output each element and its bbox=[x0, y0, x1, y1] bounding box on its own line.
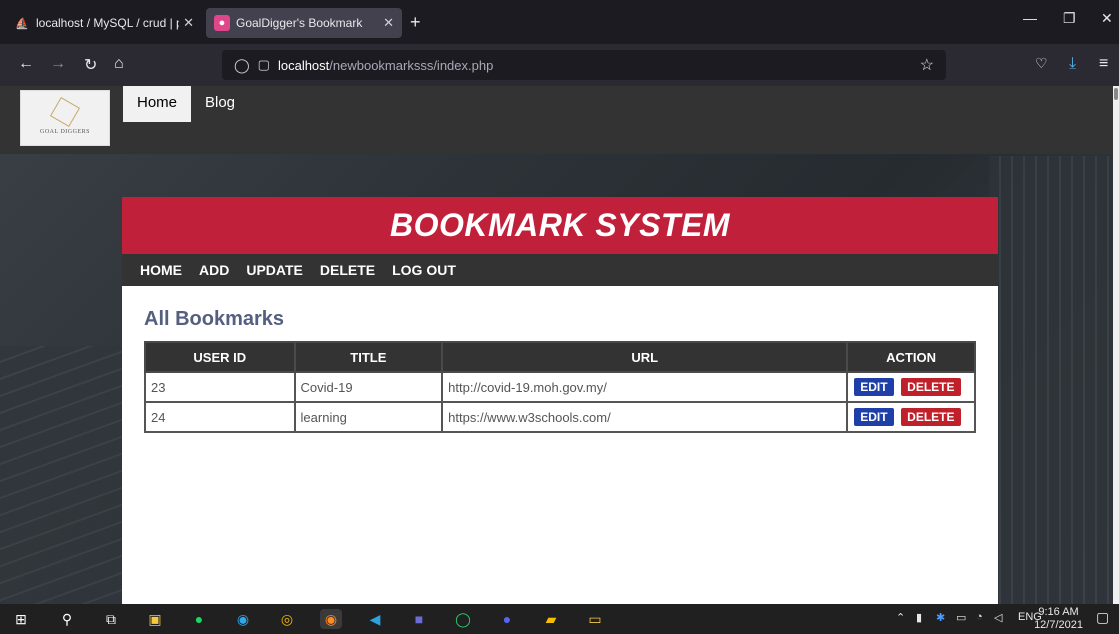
whatsapp-icon[interactable]: ◯ bbox=[452, 609, 474, 629]
close-icon[interactable]: ✕ bbox=[383, 15, 394, 31]
bluetooth-icon[interactable]: ✱ bbox=[936, 611, 945, 624]
app-menu: HOME ADD UPDATE DELETE LOG OUT bbox=[122, 254, 998, 286]
cell-user-id: 23 bbox=[144, 371, 296, 403]
delete-button[interactable]: DELETE bbox=[901, 378, 961, 396]
close-icon[interactable]: ✕ bbox=[183, 15, 194, 31]
edit-button[interactable]: EDIT bbox=[854, 378, 894, 396]
background-image bbox=[989, 156, 1119, 604]
url-host: localhost bbox=[277, 57, 330, 73]
column-header-title: TITLE bbox=[293, 341, 444, 373]
tray-usb-icon[interactable]: ▮ bbox=[916, 611, 922, 624]
notifications-icon[interactable]: ▢ bbox=[1096, 609, 1109, 626]
column-header-action: ACTION bbox=[846, 341, 976, 373]
content-area: All Bookmarks USER ID TITLE URL ACTION 2… bbox=[122, 286, 998, 455]
column-header-url: URL bbox=[441, 341, 849, 373]
menu-logout[interactable]: LOG OUT bbox=[392, 262, 456, 278]
menu-add[interactable]: ADD bbox=[199, 262, 229, 278]
telegram-icon[interactable]: ◀ bbox=[364, 609, 386, 629]
clock-time: 9:16 AM bbox=[1038, 606, 1079, 618]
section-title: All Bookmarks bbox=[144, 308, 285, 330]
bookmark-panel: BOOKMARK SYSTEM HOME ADD UPDATE DELETE L… bbox=[122, 197, 998, 604]
logo-hexagon-icon bbox=[49, 96, 81, 128]
table-row: 23 Covid-19 http://covid-19.moh.gov.my/ … bbox=[144, 371, 976, 403]
store-icon[interactable]: ▣ bbox=[144, 609, 166, 629]
cell-url: http://covid-19.moh.gov.my/ bbox=[441, 371, 849, 403]
cell-title: Covid-19 bbox=[293, 371, 444, 403]
sticky-notes-icon[interactable]: ▰ bbox=[540, 609, 562, 629]
forward-icon[interactable]: → bbox=[50, 55, 66, 73]
pocket-icon[interactable]: ♡ bbox=[1035, 55, 1048, 72]
site-nav-home[interactable]: Home bbox=[123, 86, 192, 122]
tab-title: localhost / MySQL / crud | phpMyAdmin bbox=[36, 16, 179, 30]
cell-actions: EDIT DELETE bbox=[846, 401, 976, 433]
site-logo[interactable]: GOAL DIGGERS bbox=[20, 90, 110, 146]
cell-user-id: 24 bbox=[144, 401, 296, 433]
system-clock[interactable]: 9:16 AM 12/7/2021 bbox=[1034, 606, 1083, 632]
tab-phpmyadmin[interactable]: ⛵ localhost / MySQL / crud | phpMyAdmin … bbox=[6, 8, 202, 38]
cell-title: learning bbox=[293, 401, 444, 433]
tracking-shield-icon[interactable]: ◯ bbox=[234, 57, 250, 74]
browser-tab-bar: ⛵ localhost / MySQL / crud | phpMyAdmin … bbox=[0, 0, 1119, 44]
clock-date: 12/7/2021 bbox=[1034, 619, 1083, 631]
teams-icon[interactable]: ■ bbox=[408, 609, 430, 629]
site-navbar: GOAL DIGGERS Home Blog bbox=[0, 86, 1113, 154]
tab-goaldigger[interactable]: ● GoalDigger's Bookmark ✕ bbox=[206, 8, 402, 38]
windows-taskbar: ⊞ ⚲ ⧉ ▣ ● ◉ ◎ ◉ ◀ ■ ◯ ● ▰ ▭ ⌃ ▮ ✱ ▭ ◔ ◁ … bbox=[0, 604, 1119, 634]
table-row: 24 learning https://www.w3schools.com/ E… bbox=[144, 401, 976, 433]
cell-actions: EDIT DELETE bbox=[846, 371, 976, 403]
menu-icon[interactable]: ≡ bbox=[1099, 55, 1108, 73]
battery-icon[interactable]: ▭ bbox=[956, 611, 966, 624]
page-scrollbar[interactable] bbox=[1113, 86, 1119, 604]
firefox-icon[interactable]: ◉ bbox=[320, 609, 342, 629]
page-info-icon[interactable]: ▢ bbox=[258, 57, 270, 73]
app-header: BOOKMARK SYSTEM bbox=[122, 197, 998, 254]
chrome-icon[interactable]: ◎ bbox=[276, 609, 298, 629]
reload-icon[interactable]: ↻ bbox=[84, 55, 97, 75]
new-tab-button[interactable]: + bbox=[410, 12, 421, 33]
page-viewport: GOAL DIGGERS Home Blog BOOKMARK SYSTEM H… bbox=[0, 86, 1119, 604]
menu-delete[interactable]: DELETE bbox=[320, 262, 375, 278]
minimize-icon[interactable]: — bbox=[1023, 10, 1037, 26]
edit-button[interactable]: EDIT bbox=[854, 408, 894, 426]
phpmyadmin-icon: ⛵ bbox=[15, 17, 29, 30]
discord-icon[interactable]: ● bbox=[496, 609, 518, 629]
bookmark-star-icon[interactable]: ☆ bbox=[920, 55, 934, 75]
back-icon[interactable]: ← bbox=[18, 55, 34, 73]
volume-icon[interactable]: ◁ bbox=[994, 611, 1002, 624]
edge-icon[interactable]: ◉ bbox=[232, 609, 254, 629]
file-explorer-icon[interactable]: ▭ bbox=[584, 609, 606, 629]
scrollbar-thumb[interactable] bbox=[1114, 88, 1118, 100]
browser-nav-bar: ← → ↻ ⌂ ◯ ▢ localhost /newbookmarksss/in… bbox=[0, 44, 1119, 86]
tray-chevron-icon[interactable]: ⌃ bbox=[896, 611, 905, 624]
menu-update[interactable]: UPDATE bbox=[246, 262, 303, 278]
address-bar[interactable]: ◯ ▢ localhost /newbookmarksss/index.php … bbox=[222, 50, 946, 80]
restore-icon[interactable]: ❐ bbox=[1063, 10, 1076, 27]
background-image bbox=[0, 346, 125, 604]
cell-url: https://www.w3schools.com/ bbox=[441, 401, 849, 433]
site-favicon-icon: ● bbox=[214, 15, 230, 31]
page-title: BOOKMARK SYSTEM bbox=[390, 207, 730, 243]
windows-start-icon[interactable]: ⊞ bbox=[10, 609, 32, 629]
wifi-icon[interactable]: ◔ bbox=[976, 611, 983, 623]
bookmarks-table: USER ID TITLE URL ACTION 23 Covid-19 htt… bbox=[144, 341, 976, 433]
url-path: /newbookmarksss/index.php bbox=[329, 57, 494, 73]
download-icon[interactable]: ⤓ bbox=[1069, 55, 1076, 73]
search-icon[interactable]: ⚲ bbox=[56, 609, 78, 629]
menu-home[interactable]: HOME bbox=[140, 262, 182, 278]
spotify-icon[interactable]: ● bbox=[188, 609, 210, 629]
home-icon[interactable]: ⌂ bbox=[114, 55, 124, 73]
logo-text: GOAL DIGGERS bbox=[40, 129, 90, 135]
table-header-row: USER ID TITLE URL ACTION bbox=[144, 341, 976, 373]
task-view-icon[interactable]: ⧉ bbox=[100, 609, 122, 629]
tab-title: GoalDigger's Bookmark bbox=[236, 16, 363, 30]
site-nav-blog[interactable]: Blog bbox=[191, 86, 249, 122]
window-close-icon[interactable]: ✕ bbox=[1101, 10, 1113, 27]
column-header-user-id: USER ID bbox=[144, 341, 296, 373]
delete-button[interactable]: DELETE bbox=[901, 408, 961, 426]
